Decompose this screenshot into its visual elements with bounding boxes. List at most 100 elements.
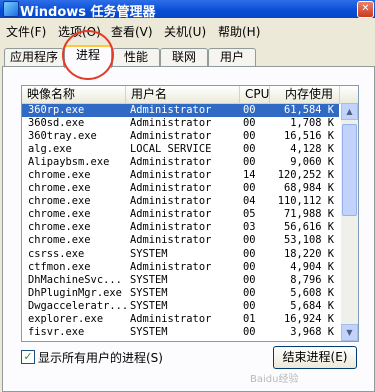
- end-process-button[interactable]: 结束进程(E): [273, 346, 357, 369]
- process-cpu-cell: 00: [243, 299, 256, 312]
- column-header-user-name[interactable]: 用户名: [126, 86, 240, 103]
- process-cpu-cell: 00: [243, 130, 256, 143]
- process-user-cell: LOCAL SERVICE: [130, 143, 212, 156]
- process-row[interactable]: explorer.exe Administrator 01 16,924 K: [22, 313, 339, 326]
- process-row[interactable]: 360tray.exe Administrator 00 16,516 K: [22, 130, 339, 143]
- process-name-cell: 360rp.exe: [28, 104, 85, 116]
- process-memory-cell: 5,684 K: [290, 299, 334, 312]
- process-user-cell: SYSTEM: [130, 247, 168, 260]
- process-name-cell: chrome.exe: [28, 169, 91, 182]
- tab-applications[interactable]: 应用程序: [4, 48, 64, 66]
- process-user-cell: Administrator: [130, 221, 212, 234]
- process-name-cell: Dwgacceleratr...: [28, 299, 128, 312]
- tab-strip: 应用程序 进程 性能 联网 用户: [0, 40, 375, 68]
- column-header-image-name[interactable]: 映像名称: [22, 86, 126, 103]
- process-row[interactable]: DhPluginMgr.exe SYSTEM 00 5,608 K: [22, 287, 339, 300]
- process-row[interactable]: alg.exe LOCAL SERVICE 00 4,128 K: [22, 143, 339, 156]
- process-name-cell: ctfmon.exe: [28, 260, 91, 273]
- scroll-down-button[interactable]: ▼: [341, 324, 358, 341]
- watermark: Baidu经验: [250, 374, 299, 385]
- process-memory-cell: 56,616 K: [283, 221, 334, 234]
- process-name-cell: chrome.exe: [28, 208, 91, 221]
- process-row[interactable]: chrome.exe Administrator 03 56,616 K: [22, 221, 339, 234]
- process-memory-cell: 53,108 K: [283, 234, 334, 247]
- process-memory-cell: 5,608 K: [290, 286, 334, 299]
- process-memory-cell: 68,984 K: [283, 182, 334, 195]
- menu-view[interactable]: 查看(V): [111, 23, 153, 40]
- process-name-cell: chrome.exe: [28, 195, 91, 208]
- process-user-cell: Administrator: [130, 117, 212, 130]
- process-name-cell: 360sd.exe: [28, 117, 85, 130]
- process-user-cell: Administrator: [130, 182, 212, 195]
- title-bar[interactable]: Windows 任务管理器 ✕: [0, 0, 375, 20]
- process-cpu-cell: 00: [243, 234, 256, 247]
- process-cpu-cell: 00: [243, 325, 256, 338]
- process-row[interactable]: 360rp.exe Administrator 00 61,584 K: [22, 104, 339, 118]
- process-memory-cell: 18,220 K: [283, 247, 334, 260]
- process-user-cell: SYSTEM: [130, 325, 168, 338]
- tab-networking[interactable]: 联网: [160, 48, 208, 66]
- process-memory-cell: 1,708 K: [290, 117, 334, 130]
- menu-file[interactable]: 文件(F): [6, 23, 46, 40]
- process-row[interactable]: ctfmon.exe Administrator 00 4,904 K: [22, 261, 339, 274]
- vertical-scrollbar[interactable]: ▲ ▼: [341, 103, 358, 341]
- process-name-cell: csrss.exe: [28, 247, 85, 260]
- process-name-cell: DhMachineSvc...: [28, 273, 122, 286]
- process-cpu-cell: 04: [243, 195, 256, 208]
- process-memory-cell: 61,584 K: [283, 104, 334, 116]
- tab-users[interactable]: 用户: [208, 48, 256, 66]
- process-list-header: 映像名称 用户名 CPU 内存使用: [22, 86, 358, 104]
- process-name-cell: chrome.exe: [28, 182, 91, 195]
- process-memory-cell: 4,904 K: [290, 260, 334, 273]
- process-user-cell: Administrator: [130, 104, 212, 116]
- process-cpu-cell: 00: [243, 117, 256, 130]
- process-row[interactable]: Alipaybsm.exe Administrator 00 9,060 K: [22, 156, 339, 169]
- task-manager-app-icon: [3, 1, 19, 17]
- process-cpu-cell: 05: [243, 208, 256, 221]
- process-row[interactable]: 360sd.exe Administrator 00 1,708 K: [22, 117, 339, 130]
- process-name-cell: DhPluginMgr.exe: [28, 286, 122, 299]
- menu-help[interactable]: 帮助(H): [218, 23, 260, 40]
- column-header-memory[interactable]: 内存使用: [270, 86, 340, 103]
- scroll-up-button[interactable]: ▲: [341, 103, 358, 120]
- window-title: Windows 任务管理器: [20, 5, 156, 20]
- process-row[interactable]: csrss.exe SYSTEM 00 18,220 K: [22, 248, 339, 261]
- process-row[interactable]: Dwgacceleratr... SYSTEM 00 5,684 K: [22, 300, 339, 313]
- process-user-cell: Administrator: [130, 156, 212, 169]
- process-rows: 360rp.exe Administrator 00 61,584 K 360sd.ex…: [22, 104, 339, 339]
- process-user-cell: Administrator: [130, 208, 212, 221]
- process-row[interactable]: chrome.exe Administrator 04 110,112 K: [22, 195, 339, 208]
- tab-performance[interactable]: 性能: [112, 48, 160, 66]
- process-row[interactable]: DhMachineSvc... SYSTEM 00 8,796 K: [22, 274, 339, 287]
- process-name-cell: fisvr.exe: [28, 325, 85, 338]
- process-user-cell: Administrator: [130, 169, 212, 182]
- process-memory-cell: 120,252 K: [277, 169, 334, 182]
- close-window-button[interactable]: ✕: [357, 1, 374, 18]
- process-cpu-cell: 00: [243, 273, 256, 286]
- process-memory-cell: 3,968 K: [290, 325, 334, 338]
- process-list[interactable]: 映像名称 用户名 CPU 内存使用 360rp.exe Administrator…: [21, 85, 359, 342]
- process-user-cell: Administrator: [130, 234, 212, 247]
- process-memory-cell: 9,060 K: [290, 156, 334, 169]
- show-all-users-checkbox[interactable]: ✓: [21, 350, 35, 364]
- process-cpu-cell: 00: [243, 260, 256, 273]
- process-name-cell: 360tray.exe: [28, 130, 97, 143]
- process-row[interactable]: chrome.exe Administrator 00 53,108 K: [22, 234, 339, 247]
- menu-bar: 文件(F) 选项(O) 查看(V) 关机(U) 帮助(H): [0, 20, 375, 40]
- process-row[interactable]: chrome.exe Administrator 05 71,988 K: [22, 208, 339, 221]
- highlight-circle-annotation: [62, 30, 114, 80]
- menu-shutdown[interactable]: 关机(U): [164, 23, 206, 40]
- column-header-cpu[interactable]: CPU: [240, 86, 270, 103]
- process-user-cell: Administrator: [130, 130, 212, 143]
- process-cpu-cell: 14: [243, 169, 256, 182]
- process-cpu-cell: 00: [243, 143, 256, 156]
- process-row[interactable]: chrome.exe Administrator 00 68,984 K: [22, 182, 339, 195]
- process-memory-cell: 110,112 K: [277, 195, 334, 208]
- process-row[interactable]: chrome.exe Administrator 14 120,252 K: [22, 169, 339, 182]
- process-memory-cell: 16,924 K: [283, 312, 334, 325]
- process-user-cell: Administrator: [130, 312, 212, 325]
- process-cpu-cell: 00: [243, 104, 256, 116]
- process-row[interactable]: fisvr.exe SYSTEM 00 3,968 K: [22, 326, 339, 339]
- scroll-thumb[interactable]: [342, 124, 357, 216]
- process-memory-cell: 8,796 K: [290, 273, 334, 286]
